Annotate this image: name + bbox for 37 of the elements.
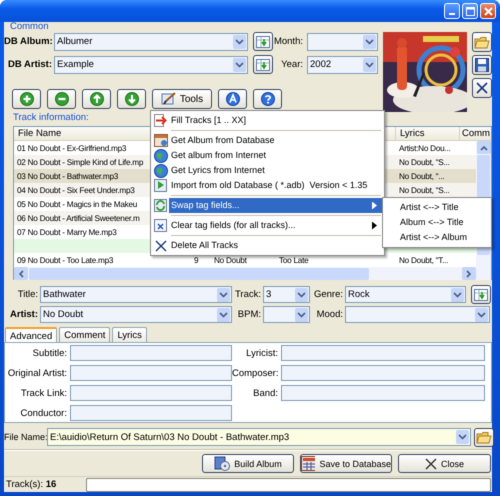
table-cell: No Doubt, "...	[399, 172, 444, 180]
table-cell: No Doubt, "S...	[399, 186, 450, 194]
field-label: DB Album:	[4, 36, 54, 47]
table-cell: 09 No Doubt - Too Late.mp3	[17, 256, 114, 264]
field-label: Genre:	[312, 289, 344, 300]
table-cell: No Doubt, "T...	[399, 256, 448, 264]
table-cell: 01 No Doubt - Ex-Girlfriend.mp3	[17, 144, 126, 152]
field-label: BPM:	[236, 309, 262, 320]
table-cell: 05 No Doubt - Magics in the Makeu	[17, 200, 138, 208]
table-cell: Artist:No Dou...	[399, 144, 451, 152]
field-label: Original Artist:	[6, 368, 68, 378]
table-cell: 04 No Doubt - Six Feet Under.mp3	[17, 186, 135, 194]
group-label: Common	[10, 22, 49, 32]
table-cell: 03 No Doubt - Bathwater.mp3	[17, 172, 118, 180]
group-label: Track information:	[13, 112, 89, 124]
field-label: File Name:	[4, 432, 47, 442]
field-label: Band:	[252, 388, 279, 398]
status-text: Track(s): 16	[5, 479, 58, 490]
field-label: Mood:	[316, 309, 344, 320]
table-cell: No Doubt	[214, 256, 247, 264]
table-cell: 07 No Doubt - Marry Me.mp3	[17, 228, 117, 236]
table-cell: Too Late	[279, 256, 308, 264]
field-label: Year:	[280, 59, 304, 70]
field-label: Lyricist:	[245, 348, 279, 358]
table-cell: No Doubt, "S...	[399, 158, 450, 166]
table-cell: 06 No Doubt - Artificial Sweetener.m	[17, 214, 140, 222]
field-label: Artist:	[9, 309, 39, 320]
field-label: Subtitle:	[32, 348, 68, 358]
field-label: Title:	[16, 289, 39, 300]
field-label: DB Artist:	[7, 59, 53, 70]
field-label: Conductor:	[20, 408, 68, 418]
field-label: Track Link:	[20, 388, 68, 398]
table-cell: 9	[194, 256, 198, 264]
table-cell: 02 No Doubt - Simple Kind of Life.mp	[17, 158, 144, 166]
field-label: Track:	[234, 289, 262, 300]
field-label: Composer:	[232, 368, 280, 378]
field-label: Month:	[273, 36, 304, 47]
